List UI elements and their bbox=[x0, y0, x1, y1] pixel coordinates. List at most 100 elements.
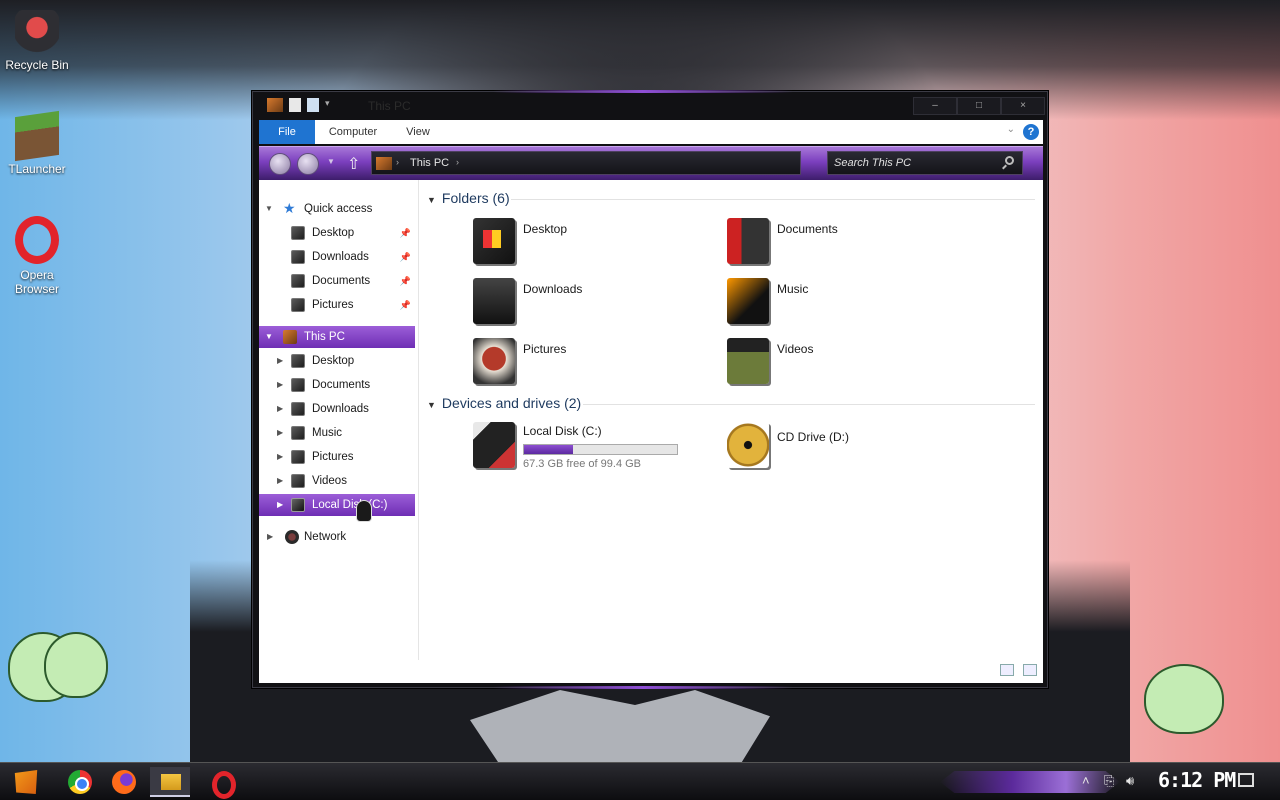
folder-tile-desktop[interactable]: Desktop bbox=[473, 218, 693, 270]
start-button[interactable] bbox=[14, 770, 38, 794]
file-explorer-taskbar-icon[interactable] bbox=[150, 767, 190, 797]
network-status-icon[interactable]: ⎘ bbox=[1104, 773, 1114, 789]
volume-icon[interactable]: 🔊︎ bbox=[1126, 773, 1134, 789]
group-label: Folders (6) bbox=[441, 190, 510, 206]
help-icon[interactable]: ? bbox=[1023, 124, 1039, 140]
desktop-icon-opera[interactable]: Opera Browser bbox=[2, 216, 72, 296]
nav-this-pc[interactable]: ▼ This PC bbox=[259, 326, 415, 348]
chevron-down-icon[interactable]: ▼ bbox=[265, 326, 273, 348]
folder-tile-videos[interactable]: Videos bbox=[727, 338, 947, 390]
music-folder-icon bbox=[727, 278, 769, 324]
new-folder-icon[interactable] bbox=[307, 98, 319, 112]
address-bar[interactable]: › This PC › bbox=[371, 151, 801, 175]
drive-tile-cd[interactable]: CD Drive (D:) bbox=[727, 422, 947, 474]
desktop-icon-tlauncher[interactable]: TLauncher bbox=[2, 110, 72, 176]
nav-qa-downloads[interactable]: Downloads 📌 bbox=[259, 246, 415, 268]
chevron-up-icon[interactable]: ˄ bbox=[1082, 773, 1090, 788]
chevron-down-icon[interactable]: ▼ bbox=[427, 400, 436, 410]
tab-view[interactable]: View bbox=[397, 120, 439, 144]
videos-folder-icon bbox=[291, 474, 305, 488]
downloads-folder-icon bbox=[291, 402, 305, 416]
chrome-taskbar-icon[interactable] bbox=[60, 767, 100, 797]
local-disk-icon bbox=[291, 498, 305, 512]
recent-locations-icon[interactable]: ▼ bbox=[327, 157, 335, 166]
nav-qa-pictures[interactable]: Pictures 📌 bbox=[259, 294, 415, 316]
minimize-button[interactable]: – bbox=[913, 97, 957, 115]
nav-pc-documents[interactable]: ▶ Documents bbox=[259, 374, 415, 396]
chevron-right-icon[interactable]: ▶ bbox=[277, 422, 283, 444]
pin-icon[interactable]: 📌 bbox=[400, 294, 411, 316]
notification-icon[interactable] bbox=[1238, 773, 1254, 787]
forward-button[interactable] bbox=[297, 153, 319, 175]
drive-tile-local-disk[interactable]: Local Disk (C:) 67.3 GB free of 99.4 GB bbox=[473, 422, 693, 474]
nav-network[interactable]: ▶ Network bbox=[259, 526, 415, 548]
pin-icon[interactable]: 📌 bbox=[400, 246, 411, 268]
opera-taskbar-icon[interactable] bbox=[202, 767, 242, 799]
nav-pc-videos[interactable]: ▶ Videos bbox=[259, 470, 415, 492]
breadcrumb-separator-icon[interactable]: › bbox=[456, 157, 459, 167]
breadcrumb-this-pc[interactable]: This PC bbox=[410, 157, 449, 169]
back-button[interactable] bbox=[269, 153, 291, 175]
folder-tile-documents[interactable]: Documents bbox=[727, 218, 947, 270]
maximize-button[interactable]: □ bbox=[957, 97, 1001, 115]
search-icon[interactable] bbox=[1005, 156, 1014, 165]
chevron-right-icon[interactable]: ▶ bbox=[267, 526, 273, 548]
firefox-taskbar-icon[interactable] bbox=[104, 767, 144, 797]
details-view-icon[interactable] bbox=[999, 664, 1014, 676]
group-divider bbox=[583, 404, 1035, 405]
properties-icon[interactable] bbox=[289, 98, 301, 112]
nav-qa-desktop[interactable]: Desktop 📌 bbox=[259, 222, 415, 244]
search-box[interactable]: Search This PC bbox=[827, 151, 1023, 175]
explorer-body: ▼ ★ Quick access Desktop 📌 Downloads 📌 D… bbox=[259, 180, 1043, 683]
search-placeholder: Search This PC bbox=[834, 157, 912, 169]
recycle-bin-icon bbox=[15, 10, 59, 54]
music-folder-icon bbox=[291, 426, 305, 440]
nav-pc-downloads[interactable]: ▶ Downloads bbox=[259, 398, 415, 420]
close-button[interactable]: × bbox=[1001, 97, 1045, 115]
large-icons-view-icon[interactable] bbox=[1023, 664, 1037, 676]
chevron-right-icon[interactable]: ▶ bbox=[277, 350, 283, 372]
chevron-right-icon[interactable]: ▶ bbox=[277, 446, 283, 468]
desktop-folder-icon bbox=[291, 354, 305, 368]
chevron-right-icon[interactable]: ▶ bbox=[277, 494, 283, 516]
desktop-icon-recycle-bin[interactable]: Recycle Bin bbox=[2, 10, 72, 72]
chevron-down-icon[interactable]: ▾ bbox=[325, 98, 330, 112]
pin-icon[interactable]: 📌 bbox=[400, 222, 411, 244]
breadcrumb-separator-icon[interactable]: › bbox=[396, 157, 399, 167]
title-bar[interactable]: ▾ This PC – □ × bbox=[253, 92, 1047, 120]
nav-label: This PC bbox=[304, 331, 345, 343]
nav-quick-access[interactable]: ▼ ★ Quick access bbox=[259, 198, 415, 220]
pictures-folder-icon bbox=[473, 338, 515, 384]
nav-pc-music[interactable]: ▶ Music bbox=[259, 422, 415, 444]
expand-ribbon-icon[interactable]: ⌄ bbox=[1007, 124, 1015, 135]
view-buttons bbox=[994, 664, 1037, 679]
this-pc-icon bbox=[376, 157, 392, 170]
chevron-down-icon[interactable]: ▼ bbox=[427, 195, 436, 205]
devices-group-header[interactable]: ▼ Devices and drives (2) bbox=[427, 395, 581, 411]
documents-folder-icon bbox=[727, 218, 769, 264]
folder-tile-music[interactable]: Music bbox=[727, 278, 947, 330]
folder-tile-downloads[interactable]: Downloads bbox=[473, 278, 693, 330]
folders-group-header[interactable]: ▼ Folders (6) bbox=[427, 190, 510, 206]
chevron-right-icon[interactable]: ▶ bbox=[277, 470, 283, 492]
up-arrow-icon[interactable]: ⇧ bbox=[347, 154, 360, 174]
nav-pc-pictures[interactable]: ▶ Pictures bbox=[259, 446, 415, 468]
tile-label: Pictures bbox=[523, 342, 567, 356]
chevron-right-icon[interactable]: ▶ bbox=[277, 374, 283, 396]
folder-tile-pictures[interactable]: Pictures bbox=[473, 338, 693, 390]
desktop-icon-label: TLauncher bbox=[8, 162, 66, 176]
downloads-folder-icon bbox=[291, 250, 305, 264]
tab-file[interactable]: File bbox=[259, 120, 315, 144]
group-label: Devices and drives (2) bbox=[441, 395, 582, 411]
nav-qa-documents[interactable]: Documents 📌 bbox=[259, 270, 415, 292]
quick-access-toolbar: ▾ bbox=[267, 98, 330, 112]
tab-computer[interactable]: Computer bbox=[321, 120, 385, 144]
disk-usage-bar bbox=[523, 444, 678, 455]
nav-pc-local-disk[interactable]: ▶ Local Disk (C:) bbox=[259, 494, 415, 516]
nav-pc-desktop[interactable]: ▶ Desktop bbox=[259, 350, 415, 372]
downloads-folder-icon bbox=[473, 278, 515, 324]
chevron-right-icon[interactable]: ▶ bbox=[277, 398, 283, 420]
chevron-down-icon[interactable]: ▼ bbox=[265, 198, 273, 220]
clock[interactable]: 6:12 PM bbox=[1158, 768, 1236, 792]
pin-icon[interactable]: 📌 bbox=[400, 270, 411, 292]
